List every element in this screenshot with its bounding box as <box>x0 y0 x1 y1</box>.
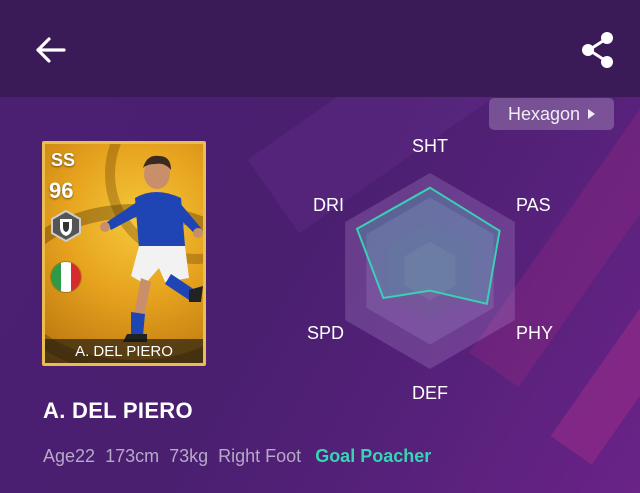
radar-label-sht: SHT <box>412 136 448 156</box>
player-weight: 73kg <box>169 446 209 466</box>
player-image <box>100 155 203 342</box>
radar-label-dri: DRI <box>313 195 344 215</box>
player-info-row: Age22 173cm 73kg Right Foot Goal Poacher <box>43 446 431 467</box>
top-bar <box>0 0 640 97</box>
card-rank: SS <box>51 150 76 170</box>
hexagon-view-label: Hexagon <box>507 103 581 124</box>
card-rating: 96 <box>49 178 74 203</box>
arrow-left-icon <box>36 37 66 63</box>
radar-label-spd: SPD <box>307 323 344 343</box>
share-button[interactable] <box>576 28 620 72</box>
triangle-right-icon <box>588 109 596 119</box>
player-foot: Right Foot <box>218 446 302 466</box>
radar-label-def: DEF <box>412 383 448 403</box>
italy-flag-icon <box>50 261 82 293</box>
stats-radar-chart: SHT PAS PHY DEF SPD DRI <box>307 136 553 403</box>
card-name: A. DEL PIERO <box>75 342 173 360</box>
player-play-style: Goal Poacher <box>315 446 432 466</box>
share-icon <box>582 32 613 68</box>
player-height: 173cm <box>105 446 160 466</box>
club-badge-icon <box>51 209 81 243</box>
radar-label-phy: PHY <box>516 323 553 343</box>
player-name: A. DEL PIERO <box>43 398 193 423</box>
radar-label-pas: PAS <box>516 195 551 215</box>
player-age: Age22 <box>43 446 96 466</box>
player-card[interactable]: SS 96 A. DEL PIERO <box>42 141 206 366</box>
back-button[interactable] <box>30 30 70 70</box>
card-name-bar: A. DEL PIERO <box>45 339 203 363</box>
